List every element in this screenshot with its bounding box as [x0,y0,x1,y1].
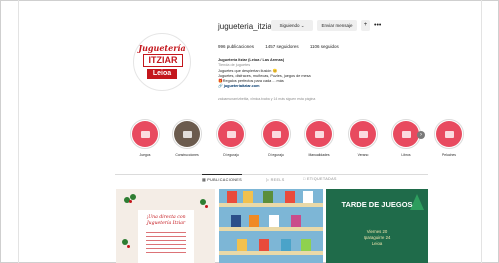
tab-tagged[interactable]: □ ETIQUETADAS [303,177,337,181]
highlight-label: Di eguraju [268,153,284,157]
logo-text-main: ITZIAR [143,54,183,67]
story-highlight[interactable]: Libros [391,119,421,157]
story-highlight[interactable]: Construcciones [172,119,202,157]
right-rail [481,0,482,263]
tab-posts[interactable]: ▦ PUBLICACIONES [202,174,242,182]
highlight-cover [174,121,200,147]
post-thumbnail[interactable]: ¡Una directa con Juguetería Itziar [116,189,215,263]
add-person-icon[interactable]: + [361,20,370,31]
highlight-label: Di eguraju [223,153,239,157]
post-info-line: Leioa [371,240,383,246]
post-card: ¡Una directa con Juguetería Itziar [138,210,194,263]
highlight-cover [132,121,158,147]
story-highlight[interactable]: Peluches [434,119,464,157]
highlight-label: Peluches [442,153,456,157]
logo-text-top: Juguetería [138,43,186,53]
profile-avatar[interactable]: Juguetería ITZIAR Leioa [133,33,191,91]
profile-bio: Juguetería Itziar (Leioa / Las Arenas) T… [218,58,358,90]
profile-stats: 996 publicaciones 1457 seguidores 1106 s… [218,44,349,49]
post-thumbnail[interactable]: TARDE DE JUEGOS Viernes 20 Iparaguirre 2… [326,189,428,263]
following-button[interactable]: Siguiendo ⌄ [271,20,313,31]
highlight-cover [350,121,376,147]
highlight-cover [306,121,332,147]
story-highlight[interactable]: Di eguraju [261,119,291,157]
highlight-label: Manualidades [308,153,330,157]
left-rail [18,0,19,263]
highlight-cover [436,121,462,147]
story-highlight[interactable]: Manualidades [304,119,334,157]
highlight-label: Juegos [139,153,151,157]
highlight-label: Libros [401,153,411,157]
story-highlight[interactable]: Di eguraju [216,119,246,157]
posts-count: 996 publicaciones [218,44,255,49]
highlight-label: Verano [357,153,369,157]
profile-username: jugueteria_itziar [218,22,275,31]
post-thumbnail[interactable] [219,189,323,263]
followers-count[interactable]: 1457 seguidores [265,44,298,49]
bio-link[interactable]: 🔗 jugueteriaitziar.com [218,84,358,89]
highlight-cover [263,121,289,147]
story-highlight[interactable]: Juegos [130,119,160,157]
story-highlight[interactable]: Verano [348,119,378,157]
chevron-right-icon[interactable]: › [417,131,425,139]
logo-text-city: Leioa [147,69,177,79]
post-title: TARDE DE JUEGOS [341,200,413,209]
highlight-cover [218,121,244,147]
post-title-line: Juguetería Itziar [146,221,186,226]
followed-by-text[interactable]: zaloamunarrizbeitia, xlmica.txaba y 14 m… [218,97,315,101]
highlight-label: Construcciones [175,153,199,157]
tab-reels[interactable]: ▷ REELS [266,177,285,182]
post-info: Viernes 20 Iparaguirre 24 Leioa [326,229,428,246]
highlight-cover [393,121,419,147]
more-options-icon[interactable]: ••• [374,20,381,31]
tabs-divider [115,174,428,175]
send-message-button[interactable]: Enviar mensaje [317,20,357,31]
following-count[interactable]: 1106 seguidos [310,44,339,49]
